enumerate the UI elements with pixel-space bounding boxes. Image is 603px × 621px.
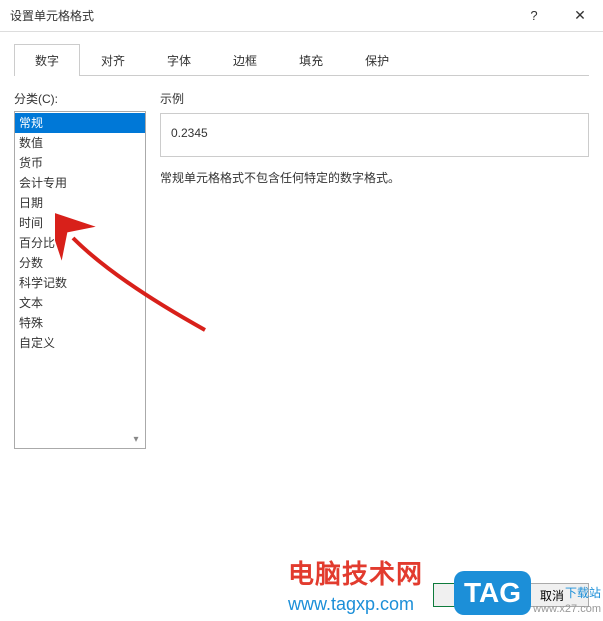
list-item-text[interactable]: 文本	[15, 293, 145, 313]
list-item-scientific[interactable]: 科学记数	[15, 273, 145, 293]
watermark-badge: TAG	[454, 571, 531, 615]
list-item-percentage[interactable]: 百分比	[15, 233, 145, 253]
titlebar: 设置单元格格式 ? ✕	[0, 0, 603, 32]
scroll-down-icon[interactable]: ▾	[128, 431, 144, 447]
number-panel: 分类(C): 常规 数值 货币 会计专用 日期 时间 百分比 分数 科学记数 文…	[14, 76, 589, 449]
watermark-sub2: www.x27.com	[533, 603, 601, 615]
titlebar-buttons: ? ✕	[511, 0, 603, 31]
details-column: 示例 0.2345 常规单元格格式不包含任何特定的数字格式。	[146, 90, 589, 449]
sample-label: 示例	[160, 90, 589, 107]
list-item-time[interactable]: 时间	[15, 213, 145, 233]
list-item-currency[interactable]: 货币	[15, 153, 145, 173]
category-listbox[interactable]: 常规 数值 货币 会计专用 日期 时间 百分比 分数 科学记数 文本 特殊 自定…	[14, 111, 146, 449]
tab-protection[interactable]: 保护	[344, 44, 410, 76]
tab-number[interactable]: 数字	[14, 44, 80, 76]
tab-alignment[interactable]: 对齐	[80, 44, 146, 76]
help-button[interactable]: ?	[511, 0, 557, 31]
watermark-sub1: 下载站	[565, 584, 601, 601]
tab-font[interactable]: 字体	[146, 44, 212, 76]
list-item-number[interactable]: 数值	[15, 133, 145, 153]
tab-border[interactable]: 边框	[212, 44, 278, 76]
list-item-accounting[interactable]: 会计专用	[15, 173, 145, 193]
tab-fill[interactable]: 填充	[278, 44, 344, 76]
category-list-inner: 常规 数值 货币 会计专用 日期 时间 百分比 分数 科学记数 文本 特殊 自定…	[15, 112, 145, 354]
format-description: 常规单元格格式不包含任何特定的数字格式。	[160, 169, 589, 186]
window-title: 设置单元格格式	[10, 7, 511, 24]
tab-bar: 数字 对齐 字体 边框 填充 保护	[14, 44, 589, 76]
category-column: 分类(C): 常规 数值 货币 会计专用 日期 时间 百分比 分数 科学记数 文…	[14, 90, 146, 449]
watermark-text-1: 电脑技术网	[288, 554, 423, 591]
sample-box: 0.2345	[160, 113, 589, 157]
list-item-general[interactable]: 常规	[15, 113, 145, 133]
list-item-fraction[interactable]: 分数	[15, 253, 145, 273]
close-button[interactable]: ✕	[557, 0, 603, 31]
list-item-special[interactable]: 特殊	[15, 313, 145, 333]
dialog-content: 数字 对齐 字体 边框 填充 保护 分类(C): 常规 数值 货币 会计专用 日…	[0, 32, 603, 449]
sample-value: 0.2345	[171, 126, 208, 140]
watermark-text-2: www.tagxp.com	[288, 594, 414, 615]
list-item-custom[interactable]: 自定义	[15, 333, 145, 353]
category-label: 分类(C):	[14, 90, 146, 107]
list-item-date[interactable]: 日期	[15, 193, 145, 213]
